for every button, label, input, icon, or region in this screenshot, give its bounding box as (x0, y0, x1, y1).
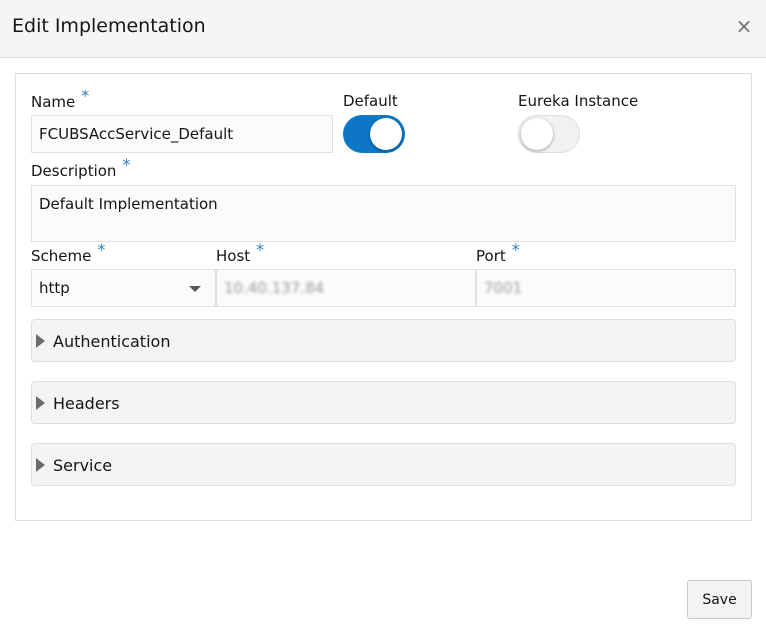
authentication-section-header[interactable]: Authentication (31, 319, 736, 362)
default-label: Default (343, 92, 398, 110)
headers-section-header[interactable]: Headers (31, 381, 736, 424)
default-toggle-knob (370, 118, 402, 150)
description-label: Description * (31, 155, 130, 180)
host-input-value: 10.40.137.84 (224, 279, 325, 297)
scheme-label: Scheme * (31, 240, 105, 265)
description-textarea[interactable]: Default Implementation (31, 185, 736, 242)
caret-right-icon (36, 458, 45, 472)
save-button[interactable]: Save (687, 580, 752, 619)
host-label: Host * (216, 240, 264, 265)
scheme-select[interactable]: http (31, 269, 216, 307)
chevron-down-icon (189, 286, 201, 292)
description-label-text: Description (31, 162, 117, 180)
scheme-required-marker: * (97, 240, 106, 259)
headers-section-label: Headers (53, 394, 120, 413)
port-label: Port * (476, 240, 520, 265)
name-label-text: Name (31, 93, 76, 111)
port-input-value: 7001 (484, 279, 523, 297)
default-toggle[interactable] (343, 115, 405, 153)
eureka-instance-toggle[interactable] (518, 115, 580, 153)
port-required-marker: * (511, 240, 520, 259)
host-required-marker: * (256, 240, 265, 259)
host-label-text: Host (216, 247, 251, 265)
caret-right-icon (36, 334, 45, 348)
service-section-header[interactable]: Service (31, 443, 736, 486)
name-required-marker: * (81, 86, 90, 105)
close-icon[interactable]: × (734, 14, 754, 38)
caret-right-icon (36, 396, 45, 410)
scheme-label-text: Scheme (31, 247, 92, 265)
name-input[interactable]: FCUBSAccService_Default (31, 115, 333, 153)
host-input[interactable]: 10.40.137.84 (216, 269, 476, 307)
dialog-title: Edit Implementation (12, 15, 206, 37)
eureka-instance-toggle-knob (521, 118, 553, 150)
port-label-text: Port (476, 247, 506, 265)
eureka-instance-label: Eureka Instance (518, 92, 639, 110)
dialog-header: Edit Implementation × (0, 0, 766, 58)
authentication-section-label: Authentication (53, 332, 171, 351)
service-section-label: Service (53, 456, 113, 475)
port-input[interactable]: 7001 (476, 269, 736, 307)
description-required-marker: * (122, 155, 131, 174)
scheme-select-value: http (39, 279, 70, 297)
name-label: Name * (31, 86, 89, 111)
